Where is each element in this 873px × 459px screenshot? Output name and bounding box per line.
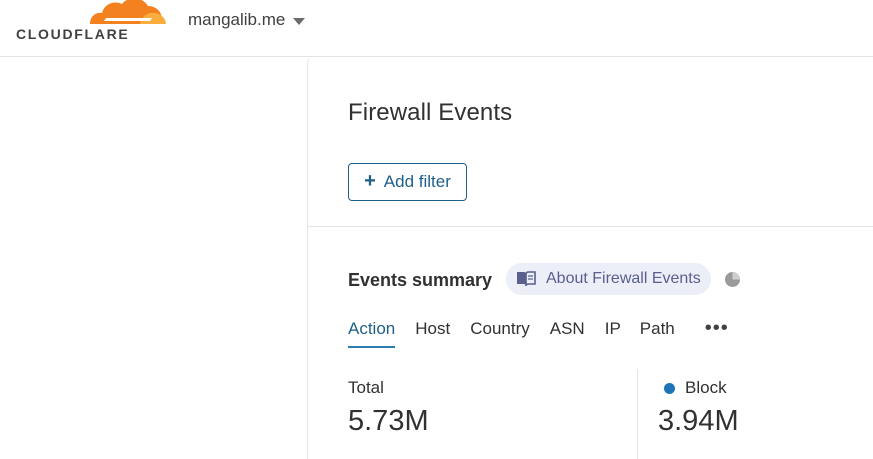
tab-host[interactable]: Host bbox=[415, 319, 450, 346]
block-value: 3.94M bbox=[658, 405, 739, 437]
events-summary-title: Events summary bbox=[348, 270, 493, 290]
stat-divider bbox=[637, 369, 638, 459]
about-firewall-events-label: About Firewall Events bbox=[546, 270, 701, 287]
caret-down-icon bbox=[293, 17, 306, 25]
add-filter-label: Add filter bbox=[383, 172, 451, 191]
pie-chart-icon[interactable] bbox=[724, 271, 741, 288]
zone-name: mangalib.me bbox=[188, 10, 286, 29]
top-bar: CLOUDFLARE mangalib.me bbox=[0, 0, 873, 57]
total-value: 5.73M bbox=[348, 405, 429, 437]
tab-action[interactable]: Action bbox=[348, 319, 396, 348]
main-panel: Firewall Events + Add filter Events summ… bbox=[307, 57, 873, 459]
block-label: Block bbox=[685, 378, 727, 397]
add-filter-button[interactable]: + Add filter bbox=[348, 163, 467, 201]
book-icon bbox=[517, 271, 536, 287]
tab-ip[interactable]: IP bbox=[605, 319, 621, 346]
tab-asn[interactable]: ASN bbox=[550, 319, 585, 346]
block-legend: Block bbox=[664, 378, 727, 398]
zone-selector[interactable]: mangalib.me bbox=[188, 8, 306, 32]
cloudflare-cloud-icon bbox=[90, 0, 166, 24]
about-firewall-events-link[interactable]: About Firewall Events bbox=[506, 263, 711, 295]
plus-icon: + bbox=[364, 170, 376, 192]
tab-path[interactable]: Path bbox=[640, 319, 675, 346]
more-icon[interactable]: ••• bbox=[705, 318, 729, 338]
page-title: Firewall Events bbox=[348, 99, 513, 126]
section-divider bbox=[308, 226, 873, 227]
block-dot-icon bbox=[664, 382, 675, 394]
logo-wordmark: CLOUDFLARE bbox=[16, 26, 130, 42]
summary-tabs: Action Host Country ASN IP Path ••• bbox=[348, 318, 729, 351]
total-label: Total bbox=[348, 378, 384, 397]
tab-country[interactable]: Country bbox=[470, 319, 530, 346]
cloudflare-logo[interactable]: CLOUDFLARE bbox=[16, 0, 166, 44]
sidebar bbox=[0, 57, 307, 459]
